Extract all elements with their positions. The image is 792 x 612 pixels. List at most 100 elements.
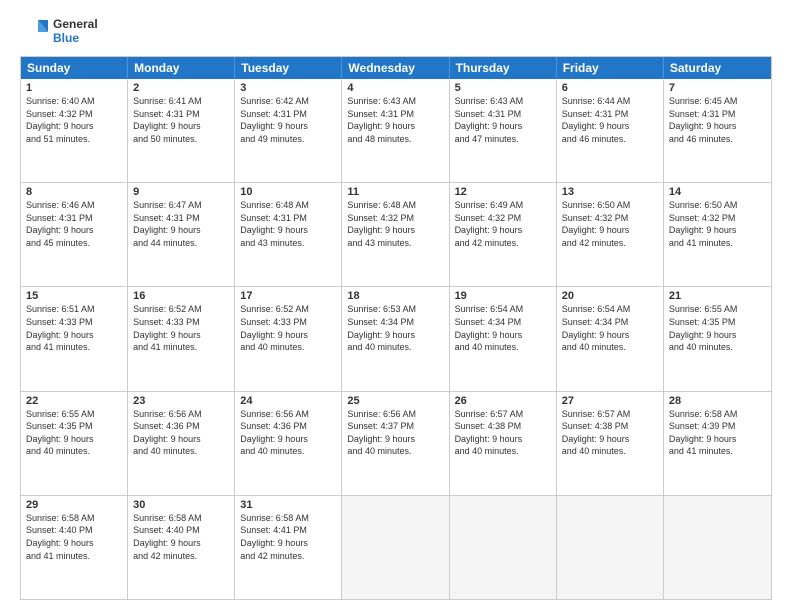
day-info: Sunrise: 6:47 AM Sunset: 4:31 PM Dayligh… [133, 199, 229, 249]
day-number: 5 [455, 82, 551, 94]
day-cell-14: 14Sunrise: 6:50 AM Sunset: 4:32 PM Dayli… [664, 183, 771, 286]
day-cell-11: 11Sunrise: 6:48 AM Sunset: 4:32 PM Dayli… [342, 183, 449, 286]
day-number: 30 [133, 499, 229, 511]
day-info: Sunrise: 6:42 AM Sunset: 4:31 PM Dayligh… [240, 95, 336, 145]
day-cell-3: 3Sunrise: 6:42 AM Sunset: 4:31 PM Daylig… [235, 79, 342, 182]
day-number: 24 [240, 395, 336, 407]
day-cell-7: 7Sunrise: 6:45 AM Sunset: 4:31 PM Daylig… [664, 79, 771, 182]
day-info: Sunrise: 6:52 AM Sunset: 4:33 PM Dayligh… [133, 303, 229, 353]
day-number: 7 [669, 82, 766, 94]
day-cell-29: 29Sunrise: 6:58 AM Sunset: 4:40 PM Dayli… [21, 496, 128, 599]
day-info: Sunrise: 6:58 AM Sunset: 4:40 PM Dayligh… [133, 512, 229, 562]
day-cell-23: 23Sunrise: 6:56 AM Sunset: 4:36 PM Dayli… [128, 392, 235, 495]
day-cell-17: 17Sunrise: 6:52 AM Sunset: 4:33 PM Dayli… [235, 287, 342, 390]
day-cell-31: 31Sunrise: 6:58 AM Sunset: 4:41 PM Dayli… [235, 496, 342, 599]
header-day-wednesday: Wednesday [342, 57, 449, 79]
day-info: Sunrise: 6:43 AM Sunset: 4:31 PM Dayligh… [455, 95, 551, 145]
day-info: Sunrise: 6:41 AM Sunset: 4:31 PM Dayligh… [133, 95, 229, 145]
day-number: 10 [240, 186, 336, 198]
day-number: 9 [133, 186, 229, 198]
day-cell-15: 15Sunrise: 6:51 AM Sunset: 4:33 PM Dayli… [21, 287, 128, 390]
day-info: Sunrise: 6:48 AM Sunset: 4:31 PM Dayligh… [240, 199, 336, 249]
logo-graphic [20, 16, 50, 46]
day-number: 4 [347, 82, 443, 94]
day-number: 27 [562, 395, 658, 407]
day-info: Sunrise: 6:55 AM Sunset: 4:35 PM Dayligh… [669, 303, 766, 353]
day-number: 14 [669, 186, 766, 198]
day-info: Sunrise: 6:45 AM Sunset: 4:31 PM Dayligh… [669, 95, 766, 145]
day-number: 19 [455, 290, 551, 302]
logo-line2: Blue [53, 31, 98, 45]
day-info: Sunrise: 6:51 AM Sunset: 4:33 PM Dayligh… [26, 303, 122, 353]
day-info: Sunrise: 6:52 AM Sunset: 4:33 PM Dayligh… [240, 303, 336, 353]
header-day-saturday: Saturday [664, 57, 771, 79]
day-cell-6: 6Sunrise: 6:44 AM Sunset: 4:31 PM Daylig… [557, 79, 664, 182]
calendar: SundayMondayTuesdayWednesdayThursdayFrid… [20, 56, 772, 600]
day-number: 26 [455, 395, 551, 407]
day-info: Sunrise: 6:44 AM Sunset: 4:31 PM Dayligh… [562, 95, 658, 145]
day-info: Sunrise: 6:53 AM Sunset: 4:34 PM Dayligh… [347, 303, 443, 353]
day-number: 16 [133, 290, 229, 302]
day-info: Sunrise: 6:58 AM Sunset: 4:39 PM Dayligh… [669, 408, 766, 458]
day-cell-26: 26Sunrise: 6:57 AM Sunset: 4:38 PM Dayli… [450, 392, 557, 495]
day-number: 8 [26, 186, 122, 198]
day-cell-22: 22Sunrise: 6:55 AM Sunset: 4:35 PM Dayli… [21, 392, 128, 495]
day-info: Sunrise: 6:58 AM Sunset: 4:41 PM Dayligh… [240, 512, 336, 562]
empty-cell [557, 496, 664, 599]
day-cell-25: 25Sunrise: 6:56 AM Sunset: 4:37 PM Dayli… [342, 392, 449, 495]
day-info: Sunrise: 6:48 AM Sunset: 4:32 PM Dayligh… [347, 199, 443, 249]
week-row-3: 15Sunrise: 6:51 AM Sunset: 4:33 PM Dayli… [21, 286, 771, 390]
day-cell-5: 5Sunrise: 6:43 AM Sunset: 4:31 PM Daylig… [450, 79, 557, 182]
day-cell-9: 9Sunrise: 6:47 AM Sunset: 4:31 PM Daylig… [128, 183, 235, 286]
day-info: Sunrise: 6:54 AM Sunset: 4:34 PM Dayligh… [455, 303, 551, 353]
calendar-body: 1Sunrise: 6:40 AM Sunset: 4:32 PM Daylig… [21, 79, 771, 599]
empty-cell [342, 496, 449, 599]
day-info: Sunrise: 6:56 AM Sunset: 4:36 PM Dayligh… [133, 408, 229, 458]
day-number: 6 [562, 82, 658, 94]
day-cell-21: 21Sunrise: 6:55 AM Sunset: 4:35 PM Dayli… [664, 287, 771, 390]
header-day-sunday: Sunday [21, 57, 128, 79]
day-number: 15 [26, 290, 122, 302]
day-cell-28: 28Sunrise: 6:58 AM Sunset: 4:39 PM Dayli… [664, 392, 771, 495]
day-info: Sunrise: 6:56 AM Sunset: 4:36 PM Dayligh… [240, 408, 336, 458]
day-info: Sunrise: 6:55 AM Sunset: 4:35 PM Dayligh… [26, 408, 122, 458]
day-number: 29 [26, 499, 122, 511]
day-cell-20: 20Sunrise: 6:54 AM Sunset: 4:34 PM Dayli… [557, 287, 664, 390]
day-info: Sunrise: 6:46 AM Sunset: 4:31 PM Dayligh… [26, 199, 122, 249]
day-info: Sunrise: 6:57 AM Sunset: 4:38 PM Dayligh… [562, 408, 658, 458]
day-number: 21 [669, 290, 766, 302]
day-number: 31 [240, 499, 336, 511]
week-row-5: 29Sunrise: 6:58 AM Sunset: 4:40 PM Dayli… [21, 495, 771, 599]
day-info: Sunrise: 6:50 AM Sunset: 4:32 PM Dayligh… [562, 199, 658, 249]
day-number: 13 [562, 186, 658, 198]
day-cell-12: 12Sunrise: 6:49 AM Sunset: 4:32 PM Dayli… [450, 183, 557, 286]
day-cell-10: 10Sunrise: 6:48 AM Sunset: 4:31 PM Dayli… [235, 183, 342, 286]
day-cell-30: 30Sunrise: 6:58 AM Sunset: 4:40 PM Dayli… [128, 496, 235, 599]
day-cell-19: 19Sunrise: 6:54 AM Sunset: 4:34 PM Dayli… [450, 287, 557, 390]
day-number: 23 [133, 395, 229, 407]
day-number: 18 [347, 290, 443, 302]
day-info: Sunrise: 6:57 AM Sunset: 4:38 PM Dayligh… [455, 408, 551, 458]
day-info: Sunrise: 6:50 AM Sunset: 4:32 PM Dayligh… [669, 199, 766, 249]
header-day-tuesday: Tuesday [235, 57, 342, 79]
day-info: Sunrise: 6:54 AM Sunset: 4:34 PM Dayligh… [562, 303, 658, 353]
day-number: 25 [347, 395, 443, 407]
day-info: Sunrise: 6:56 AM Sunset: 4:37 PM Dayligh… [347, 408, 443, 458]
day-cell-24: 24Sunrise: 6:56 AM Sunset: 4:36 PM Dayli… [235, 392, 342, 495]
day-cell-2: 2Sunrise: 6:41 AM Sunset: 4:31 PM Daylig… [128, 79, 235, 182]
day-info: Sunrise: 6:58 AM Sunset: 4:40 PM Dayligh… [26, 512, 122, 562]
day-number: 1 [26, 82, 122, 94]
logo-line1: General [53, 17, 98, 31]
header-day-friday: Friday [557, 57, 664, 79]
day-info: Sunrise: 6:40 AM Sunset: 4:32 PM Dayligh… [26, 95, 122, 145]
day-cell-27: 27Sunrise: 6:57 AM Sunset: 4:38 PM Dayli… [557, 392, 664, 495]
day-number: 17 [240, 290, 336, 302]
day-cell-8: 8Sunrise: 6:46 AM Sunset: 4:31 PM Daylig… [21, 183, 128, 286]
day-cell-18: 18Sunrise: 6:53 AM Sunset: 4:34 PM Dayli… [342, 287, 449, 390]
day-number: 12 [455, 186, 551, 198]
header: General Blue [20, 16, 772, 46]
day-cell-1: 1Sunrise: 6:40 AM Sunset: 4:32 PM Daylig… [21, 79, 128, 182]
week-row-4: 22Sunrise: 6:55 AM Sunset: 4:35 PM Dayli… [21, 391, 771, 495]
day-number: 11 [347, 186, 443, 198]
header-day-monday: Monday [128, 57, 235, 79]
